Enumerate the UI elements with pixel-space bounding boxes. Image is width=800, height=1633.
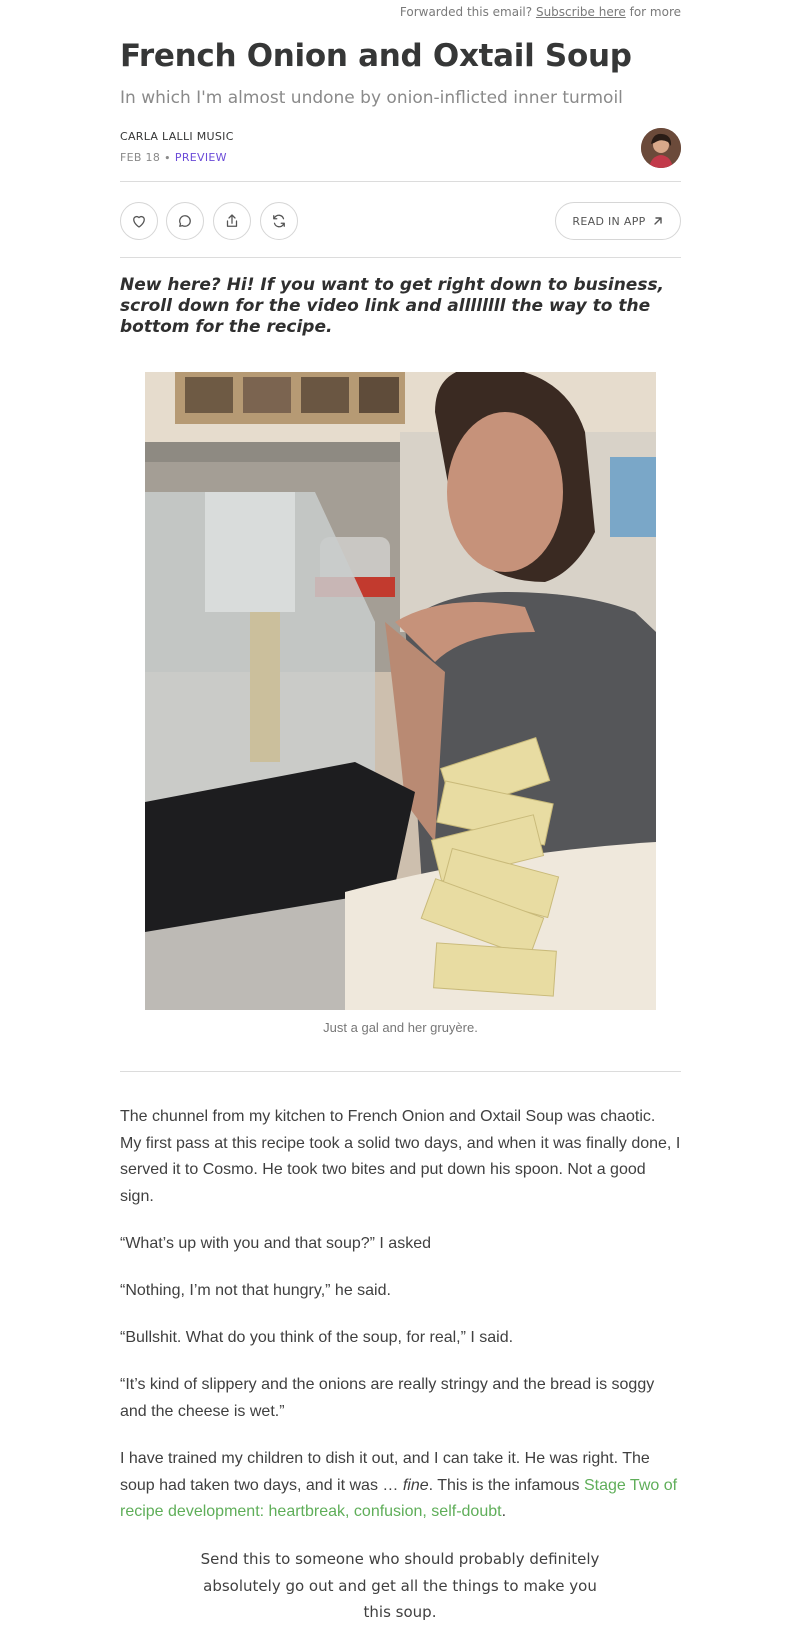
comment-button[interactable]	[166, 202, 204, 240]
body-paragraph: “It’s kind of slippery and the onions ar…	[120, 1376, 655, 1420]
post-meta: FEB 18 ∙ PREVIEW	[120, 151, 681, 164]
read-in-app-button[interactable]: READ IN APP	[555, 202, 681, 240]
restack-button[interactable]	[260, 202, 298, 240]
post-title[interactable]: French Onion and Oxtail Soup	[120, 38, 681, 74]
post-photo[interactable]	[145, 372, 656, 1010]
like-button[interactable]	[120, 202, 158, 240]
photo-caption: Just a gal and her gruyère.	[323, 1020, 478, 1035]
arrow-up-right-icon	[653, 217, 662, 225]
comment-icon	[179, 215, 191, 227]
body-paragraph: “Bullshit. What do you think of the soup…	[120, 1329, 514, 1346]
divider	[120, 1071, 681, 1072]
read-in-app-label: READ IN APP	[572, 214, 646, 228]
body-emphasis: fine	[402, 1476, 429, 1494]
author-avatar[interactable]	[641, 128, 681, 168]
divider	[120, 257, 681, 258]
intro-text: New here? Hi! If you want to get right d…	[120, 275, 665, 337]
forwarded-suffix: for more	[629, 5, 681, 19]
forwarded-text: Forwarded this email?	[399, 5, 533, 19]
forwarded-note: Forwarded this email? Subscribe here for…	[400, 5, 681, 19]
photo-woman-with-food-processor-and-cheese	[145, 372, 656, 1010]
body-paragraph: The chunnel from my kitchen to French On…	[120, 1108, 681, 1205]
body-text: .	[501, 1503, 507, 1520]
body-text: . This is the infamous	[428, 1476, 584, 1494]
share-button[interactable]	[213, 202, 251, 240]
email-newsletter: Forwarded this email? Subscribe here for…	[0, 0, 800, 1633]
heart-icon	[133, 215, 145, 228]
share-icon	[226, 214, 238, 227]
divider	[120, 181, 681, 182]
subscribe-link[interactable]: Subscribe here	[536, 5, 626, 19]
post-subtitle: In which I'm almost undone by onion-infl…	[120, 88, 623, 108]
preview-badge: PREVIEW	[174, 151, 227, 164]
restack-icon	[273, 214, 285, 228]
author-name[interactable]: CARLA LALLI MUSIC	[120, 130, 681, 143]
body-paragraph: “Nothing, I’m not that hungry,” he said.	[120, 1282, 391, 1299]
share-cta-text: Send this to someone who should probably…	[200, 1550, 600, 1621]
body-paragraph: “What’s up with you and that soup?” I as…	[120, 1235, 431, 1252]
post-date: FEB 18	[120, 151, 161, 164]
meta-separator: ∙	[163, 151, 172, 164]
body-paragraph: I have trained my children to dish it ou…	[120, 1446, 681, 1526]
